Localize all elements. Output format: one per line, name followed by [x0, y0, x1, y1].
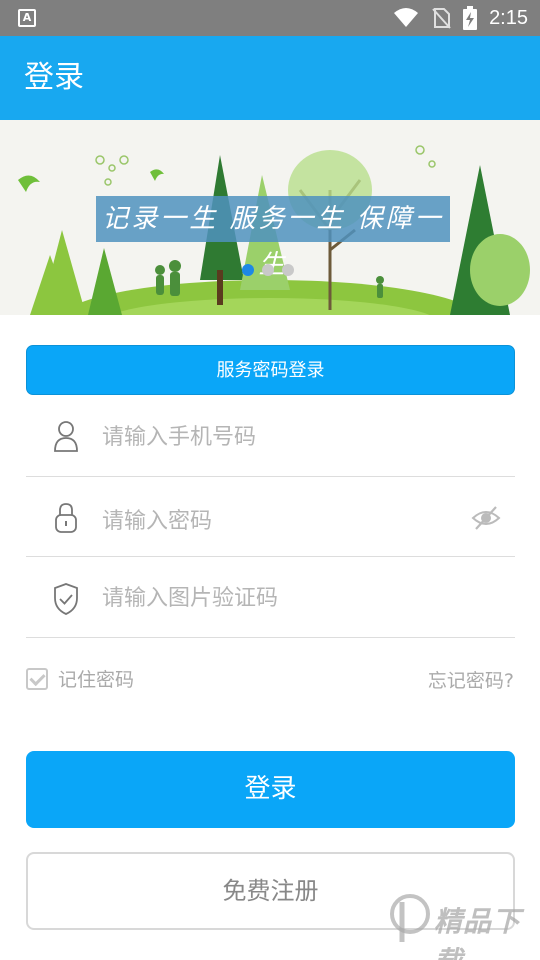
password-field-row[interactable]: 请输入密码: [26, 477, 515, 557]
banner-carousel[interactable]: 记录一生 服务一生 保障一生: [0, 120, 540, 315]
battery-charging-icon: [463, 6, 478, 30]
login-button[interactable]: 登录: [26, 751, 515, 828]
wifi-icon: [394, 8, 419, 27]
password-input[interactable]: 请输入密码: [102, 503, 212, 535]
shield-check-icon: [54, 583, 78, 615]
hide-password-icon[interactable]: [471, 503, 501, 533]
watermark-text: 精品下载: [434, 905, 522, 960]
no-sim-icon: [432, 8, 451, 29]
clock: 2:15: [489, 6, 528, 29]
captcha-field-row[interactable]: 请输入图片验证码: [26, 558, 515, 638]
carousel-dot-2[interactable]: [262, 264, 274, 276]
status-icons: 2:15: [393, 0, 528, 36]
remember-password-row[interactable]: 记住密码: [26, 665, 134, 692]
carousel-dot-3[interactable]: [282, 264, 294, 276]
app-notification-icon: A: [18, 9, 36, 27]
lock-icon: [55, 503, 77, 533]
watermark-logo-icon: [390, 894, 430, 942]
user-icon: [54, 421, 78, 452]
carousel-indicator: [242, 264, 294, 276]
carousel-dot-1[interactable]: [242, 264, 254, 276]
phone-input[interactable]: 请输入手机号码: [102, 419, 256, 451]
remember-password-checkbox[interactable]: [26, 667, 48, 690]
captcha-input[interactable]: 请输入图片验证码: [102, 580, 278, 612]
page-title: 登录: [24, 60, 84, 95]
remember-password-label[interactable]: 记住密码: [58, 665, 134, 692]
watermark: 精品下载: [384, 886, 540, 960]
forgot-password-link[interactable]: 忘记密码?: [428, 666, 514, 693]
service-password-login-tab[interactable]: 服务密码登录: [26, 345, 515, 395]
phone-field-row[interactable]: 请输入手机号码: [26, 397, 515, 477]
status-bar: A 2:15: [0, 0, 540, 36]
app-bar: 登录: [0, 36, 540, 120]
banner-slogan: 记录一生 服务一生 保障一生: [96, 196, 450, 280]
